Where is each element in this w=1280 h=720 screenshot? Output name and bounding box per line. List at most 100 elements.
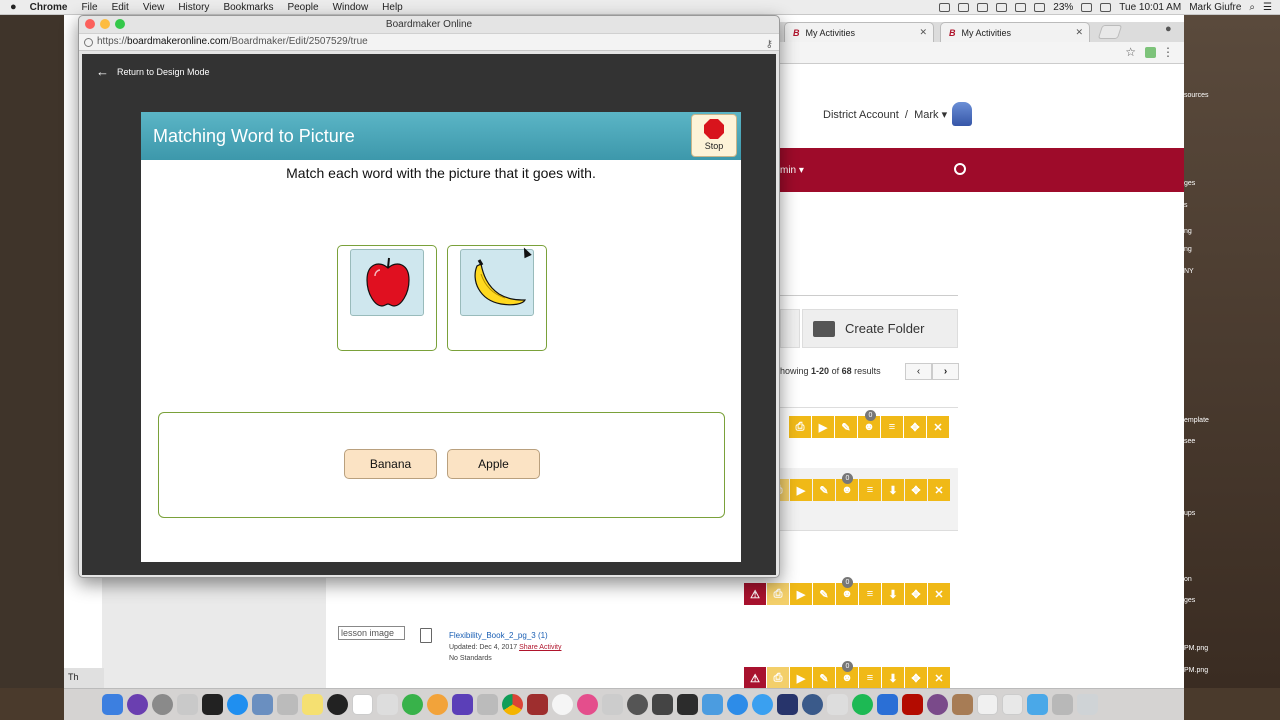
background-tab[interactable]: Th: [64, 668, 104, 688]
app-icon[interactable]: [327, 694, 348, 715]
desktop-label[interactable]: on: [1184, 576, 1192, 583]
word-tile-banana[interactable]: Banana: [344, 449, 437, 479]
tray-icon[interactable]: [939, 3, 951, 12]
menu-item-bookmarks[interactable]: Bookmarks: [223, 2, 273, 13]
spotlight-icon[interactable]: ⌕: [1249, 2, 1255, 13]
delete-icon[interactable]: ✕: [928, 667, 950, 689]
desktop-label[interactable]: ges: [1184, 597, 1195, 604]
finder-icon[interactable]: [102, 694, 123, 715]
search-icon[interactable]: [954, 163, 966, 175]
new-activity-button[interactable]: [780, 309, 800, 348]
move-icon[interactable]: ✥: [905, 479, 927, 501]
folder-icon[interactable]: [952, 694, 973, 715]
bookmark-star-icon[interactable]: ☆: [1125, 45, 1136, 59]
battery-icon[interactable]: [1081, 3, 1093, 12]
warning-icon[interactable]: ⚠: [744, 583, 766, 605]
trash-icon[interactable]: [1077, 694, 1098, 715]
app-icon[interactable]: [802, 694, 823, 715]
browser-tab[interactable]: B My Activities ✕: [784, 22, 934, 42]
print-icon[interactable]: ⎙: [767, 583, 789, 605]
desktop-label[interactable]: PM.png: [1184, 645, 1208, 652]
app-icon[interactable]: [402, 694, 423, 715]
app-icon[interactable]: [702, 694, 723, 715]
app-icon[interactable]: [527, 694, 548, 715]
menu-item-edit[interactable]: Edit: [112, 2, 129, 13]
app-icon[interactable]: [777, 694, 798, 715]
browser-tab[interactable]: B My Activities ✕: [940, 22, 1090, 42]
desktop-label[interactable]: s: [1184, 202, 1188, 209]
play-icon[interactable]: ▶: [790, 479, 812, 501]
play-icon[interactable]: ▶: [812, 416, 834, 438]
menu-item-view[interactable]: View: [143, 2, 165, 13]
document-icon[interactable]: [1002, 694, 1023, 715]
desktop-label[interactable]: NY: [1184, 268, 1194, 275]
notes-icon[interactable]: [302, 694, 323, 715]
chrome-icon[interactable]: [502, 694, 523, 715]
itunes-icon[interactable]: [577, 694, 598, 715]
return-to-design-mode-button[interactable]: ← Return to Design Mode: [96, 64, 210, 79]
tray-icon[interactable]: [958, 3, 970, 12]
volume-icon[interactable]: [1034, 3, 1046, 12]
menu-item-help[interactable]: Help: [382, 2, 403, 13]
create-folder-button[interactable]: Create Folder: [802, 309, 958, 348]
prev-page-button[interactable]: ‹: [905, 363, 932, 380]
delete-icon[interactable]: ✕: [928, 479, 950, 501]
photos-icon[interactable]: [552, 694, 573, 715]
account-nav[interactable]: District Account / Mark ▾: [823, 108, 947, 121]
battery-percent[interactable]: 23%: [1053, 2, 1073, 13]
word-tile-apple[interactable]: Apple: [447, 449, 540, 479]
app-icon[interactable]: [477, 694, 498, 715]
download-icon[interactable]: ⬇: [882, 479, 904, 501]
desktop-label[interactable]: ges: [1184, 180, 1195, 187]
extension-icon[interactable]: [1145, 47, 1156, 58]
acrobat-icon[interactable]: [902, 694, 923, 715]
desktop-label[interactable]: ng: [1184, 228, 1192, 235]
notification-icon[interactable]: ☰: [1263, 2, 1272, 13]
kindle-icon[interactable]: [677, 694, 698, 715]
settings-icon[interactable]: [627, 694, 648, 715]
download-icon[interactable]: ⬇: [882, 583, 904, 605]
app-icon[interactable]: [277, 694, 298, 715]
app-icon[interactable]: [202, 694, 223, 715]
admin-menu[interactable]: min ▾: [780, 165, 804, 176]
picture-card-banana[interactable]: [447, 245, 547, 351]
next-page-button[interactable]: ›: [932, 363, 959, 380]
app-icon[interactable]: [177, 694, 198, 715]
desktop-label[interactable]: sources: [1184, 92, 1209, 99]
messages-icon[interactable]: [752, 694, 773, 715]
background-address-bar[interactable]: ☆ ⋮: [780, 42, 1184, 64]
apple-menu-icon[interactable]: ●: [10, 1, 17, 13]
safari-icon[interactable]: [727, 694, 748, 715]
app-store-icon[interactable]: [227, 694, 248, 715]
app-icon[interactable]: [427, 694, 448, 715]
stop-button[interactable]: Stop: [691, 114, 737, 157]
close-tab-icon[interactable]: ✕: [1075, 27, 1083, 38]
close-window-button[interactable]: [85, 19, 95, 29]
downloads-icon[interactable]: [1052, 694, 1073, 715]
menu-item-people[interactable]: People: [287, 2, 318, 13]
calendar-icon[interactable]: [352, 694, 373, 715]
district-account-link[interactable]: District Account: [823, 109, 899, 121]
flag-icon[interactable]: [1100, 3, 1112, 12]
folder-icon[interactable]: [1027, 694, 1048, 715]
key-icon[interactable]: ⚷: [766, 37, 773, 53]
delete-icon[interactable]: ✕: [927, 416, 949, 438]
profile-icon[interactable]: ●: [1165, 23, 1172, 35]
app-icon[interactable]: [877, 694, 898, 715]
edit-icon[interactable]: ✎: [813, 479, 835, 501]
zoom-window-button[interactable]: [115, 19, 125, 29]
lesson-title-link[interactable]: Flexibility_Book_2_pg_3 (1): [449, 631, 548, 640]
app-icon[interactable]: [927, 694, 948, 715]
tray-icon[interactable]: [996, 3, 1008, 12]
desktop-label[interactable]: ups: [1184, 510, 1195, 517]
desktop-label[interactable]: see: [1184, 438, 1195, 445]
app-icon[interactable]: [652, 694, 673, 715]
app-icon[interactable]: [252, 694, 273, 715]
avatar[interactable]: [952, 102, 972, 126]
edit-icon[interactable]: ✎: [813, 667, 835, 689]
list-icon[interactable]: ≡: [881, 416, 903, 438]
move-icon[interactable]: ✥: [905, 583, 927, 605]
edit-icon[interactable]: ✎: [813, 583, 835, 605]
play-icon[interactable]: ▶: [790, 583, 812, 605]
menu-item-window[interactable]: Window: [333, 2, 369, 13]
